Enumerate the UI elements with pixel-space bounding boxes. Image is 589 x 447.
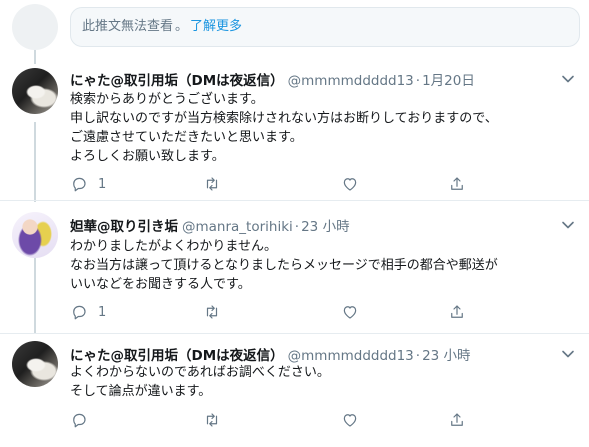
tweet-actions: 1	[70, 175, 570, 195]
tweet-header: 妲華@取り引き垢 @manra_torihiki · 23 小時	[70, 215, 350, 235]
share-icon	[451, 305, 463, 318]
timestamp[interactable]: 23 小時	[301, 219, 349, 235]
divider	[0, 333, 589, 334]
tweet-actions	[70, 411, 570, 431]
retweet-icon	[206, 413, 218, 427]
retweet-button[interactable]	[203, 411, 221, 429]
separator-dot: ·	[415, 73, 421, 89]
share-icon	[451, 177, 463, 190]
reply-icon	[73, 413, 86, 428]
tweet-line: よろしくお願い致します。	[70, 149, 225, 164]
user-handle[interactable]: @manra_torihiki	[182, 219, 293, 235]
share-button[interactable]	[448, 411, 466, 429]
unavailable-tweet-notice: 此推文無法查看。了解更多	[70, 7, 580, 47]
share-icon	[451, 413, 463, 426]
tweet-header: にゃた@取引用垢（DMは夜返信） @mmmmddddd13 · 1月20日	[70, 69, 475, 89]
tweet[interactable]: にゃた@取引用垢（DMは夜返信） @mmmmddddd13 · 1月20日 検索からあ…	[0, 62, 589, 200]
user-handle[interactable]: @mmmmddddd13	[288, 73, 414, 89]
avatar-placeholder	[12, 4, 58, 50]
tweet-line: よくわからないのであればお調べください。	[70, 365, 330, 380]
share-button[interactable]	[448, 303, 466, 321]
tweet-line: わかりましたがよくわかりません。	[70, 239, 277, 254]
notice-separator: 。	[175, 19, 189, 34]
reply-button[interactable]: 1	[70, 175, 106, 193]
retweet-button[interactable]	[203, 303, 221, 321]
reply-count: 1	[98, 176, 107, 192]
chevron-down-icon[interactable]	[561, 347, 575, 361]
tweet[interactable]: 妲華@取り引き垢 @manra_torihiki · 23 小時 わかりましたがよくわ…	[0, 204, 589, 334]
like-button[interactable]	[341, 303, 359, 321]
tweet-line: なお当方は譲って頂けるとなりましたらメッセージで相手の都合や郵送が	[70, 258, 498, 273]
retweet-icon	[206, 305, 218, 319]
tweet-text: わかりましたがよくわかりません。 なお当方は譲って頂けるとなりましたらメッセージ…	[70, 237, 498, 294]
tweet-actions: 1	[70, 303, 570, 323]
reply-count: 1	[98, 304, 107, 320]
like-button[interactable]	[341, 175, 359, 193]
retweet-icon	[206, 177, 218, 191]
tweet-text: よくわからないのであればお調べください。 そして論点が違います。	[70, 363, 330, 401]
user-handle[interactable]: @mmmmddddd13	[288, 348, 414, 364]
chevron-down-icon[interactable]	[561, 72, 575, 86]
avatar[interactable]	[12, 341, 58, 387]
timestamp[interactable]: 23 小時	[422, 348, 470, 364]
tweet-line: いいなどをお聞きする人です。	[70, 277, 251, 292]
divider	[0, 200, 589, 201]
timestamp[interactable]: 1月20日	[422, 73, 475, 89]
display-name[interactable]: 妲華@取り引き垢	[70, 219, 178, 235]
tweet-line: 検索からありがとうございます。	[70, 92, 264, 107]
retweet-button[interactable]	[203, 175, 221, 193]
display-name[interactable]: にゃた@取引用垢（DMは夜返信）	[70, 348, 284, 364]
reply-button[interactable]	[70, 411, 88, 429]
avatar[interactable]	[12, 68, 58, 114]
reply-icon	[73, 305, 86, 320]
learn-more-link[interactable]: 了解更多	[190, 19, 242, 34]
tweet-line: そして論点が違います。	[70, 384, 212, 399]
tweet[interactable]: にゃた@取引用垢（DMは夜返信） @mmmmddddd13 · 23 小時 よくわから…	[0, 336, 589, 447]
avatar[interactable]	[12, 212, 58, 258]
reply-button[interactable]: 1	[70, 303, 106, 321]
heart-icon	[343, 178, 357, 191]
reply-icon	[73, 177, 86, 192]
chevron-down-icon[interactable]	[561, 218, 575, 232]
share-button[interactable]	[448, 175, 466, 193]
tweet-text: 検索からありがとうございます。 申し訳ないのですが当方検索除けされない方はお断り…	[70, 90, 498, 166]
display-name[interactable]: にゃた@取引用垢（DMは夜返信）	[70, 73, 284, 89]
notice-text: 此推文無法查看	[82, 19, 174, 34]
timeline: 此推文無法查看。了解更多 にゃた@取引用垢（DMは夜返信） @mmmmddddd1…	[0, 0, 589, 447]
heart-icon	[343, 414, 357, 427]
separator-dot: ·	[294, 219, 300, 235]
separator-dot: ·	[415, 348, 421, 364]
tweet-header: にゃた@取引用垢（DMは夜返信） @mmmmddddd13 · 23 小時	[70, 344, 471, 364]
tweet-line: 申し訳ないのですが当方検索除けされない方はお断りしておりますので、	[70, 111, 498, 126]
like-button[interactable]	[341, 411, 359, 429]
tweet-line: ご遠慮させていただきたいと思います。	[70, 130, 303, 145]
heart-icon	[343, 306, 357, 319]
